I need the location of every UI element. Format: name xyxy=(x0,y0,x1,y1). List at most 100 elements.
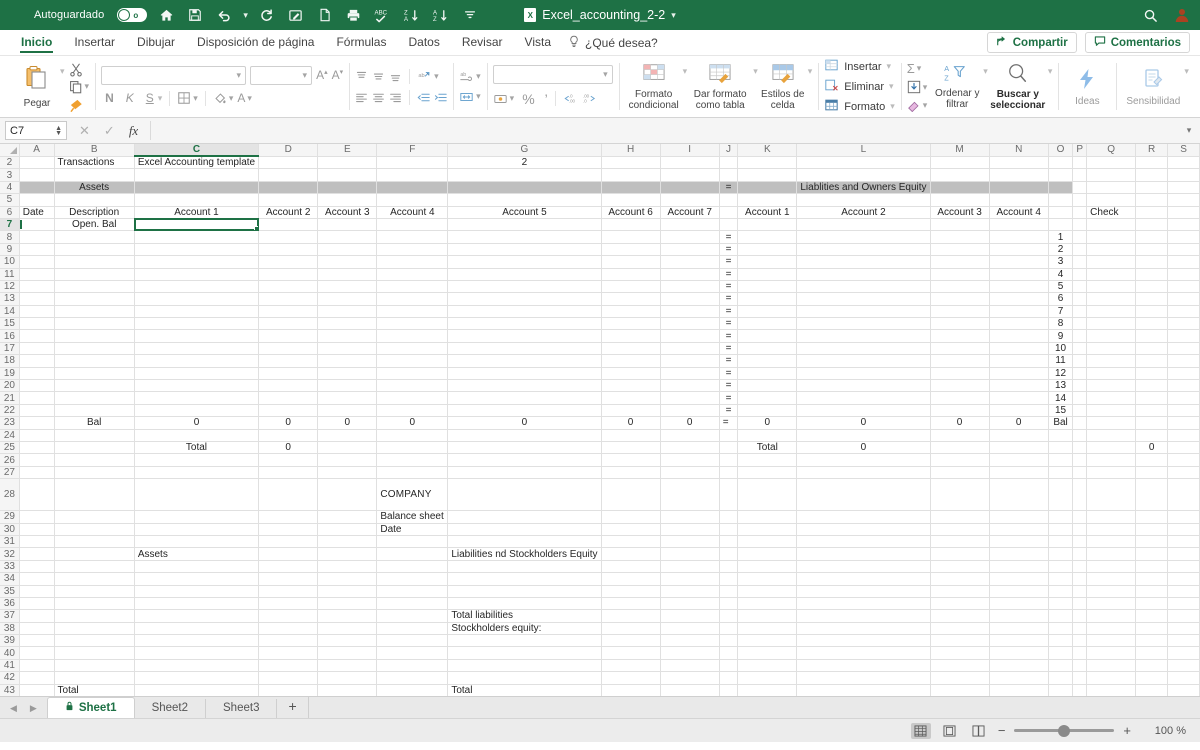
cell-C42[interactable] xyxy=(134,671,260,685)
name-box[interactable]: C7 ▲ ▼ xyxy=(5,121,67,140)
cell-A43[interactable] xyxy=(19,684,55,696)
cell-E12[interactable] xyxy=(317,280,378,294)
tab-insertar[interactable]: Insertar xyxy=(63,32,126,54)
cell-E33[interactable] xyxy=(317,560,378,574)
cell-N17[interactable] xyxy=(989,342,1049,356)
cell-B34[interactable] xyxy=(54,572,135,586)
cell-S3[interactable] xyxy=(1167,168,1200,182)
cell-P31[interactable] xyxy=(1072,535,1088,549)
cell-N2[interactable] xyxy=(989,156,1049,170)
cell-B10[interactable] xyxy=(54,255,135,269)
cell-I4[interactable] xyxy=(660,181,720,195)
cell-J17[interactable]: = xyxy=(719,342,739,356)
cell-G43[interactable]: Total xyxy=(447,684,602,696)
cell-L34[interactable] xyxy=(796,572,931,586)
cell-H40[interactable] xyxy=(601,646,661,660)
cell-H3[interactable] xyxy=(601,168,661,182)
cell-F11[interactable] xyxy=(376,268,449,281)
cell-F16[interactable] xyxy=(376,329,449,343)
row-header-3[interactable]: 3 xyxy=(0,168,20,182)
cell-N26[interactable] xyxy=(989,453,1049,467)
cell-N30[interactable] xyxy=(989,523,1049,536)
cell-S31[interactable] xyxy=(1167,535,1200,549)
cell-A3[interactable] xyxy=(19,168,55,182)
cell-B41[interactable] xyxy=(54,659,135,673)
cell-N24[interactable] xyxy=(989,429,1049,443)
cell-Q25[interactable] xyxy=(1086,441,1137,455)
cell-S17[interactable] xyxy=(1167,342,1200,356)
cell-P37[interactable] xyxy=(1072,609,1088,623)
cell-D3[interactable] xyxy=(258,168,319,182)
font-color-icon[interactable]: A ▾ xyxy=(237,91,252,105)
cell-P10[interactable] xyxy=(1072,255,1088,269)
cell-J39[interactable] xyxy=(719,634,739,648)
cell-O7[interactable] xyxy=(1048,218,1074,232)
cell-Q37[interactable] xyxy=(1086,609,1137,623)
cell-Q3[interactable] xyxy=(1086,168,1137,182)
cell-Q2[interactable] xyxy=(1086,156,1137,170)
cell-K13[interactable] xyxy=(737,292,798,306)
cell-M23[interactable]: 0 xyxy=(930,416,990,430)
cell-D6[interactable]: Account 2 xyxy=(258,206,319,219)
borders-icon[interactable]: ▾ xyxy=(177,91,198,105)
cell-H43[interactable] xyxy=(601,684,661,696)
cell-H38[interactable] xyxy=(601,622,661,636)
cell-D42[interactable] xyxy=(258,671,319,685)
cell-M5[interactable] xyxy=(930,193,990,207)
cell-I42[interactable] xyxy=(660,671,720,685)
cell-N25[interactable] xyxy=(989,441,1049,455)
cell-L16[interactable] xyxy=(796,329,931,343)
cell-E43[interactable] xyxy=(317,684,378,696)
cell-J15[interactable]: = xyxy=(719,317,739,331)
cell-C12[interactable] xyxy=(134,280,260,294)
cell-Q12[interactable] xyxy=(1086,280,1137,294)
cell-M9[interactable] xyxy=(930,243,990,257)
cell-A8[interactable] xyxy=(19,230,55,244)
cell-I16[interactable] xyxy=(660,329,720,343)
cell-R26[interactable] xyxy=(1135,453,1169,467)
delete-cells-button[interactable]: Eliminar ▾ xyxy=(824,78,895,95)
autosum-icon[interactable]: Σ ▾ xyxy=(907,61,928,76)
cell-S30[interactable] xyxy=(1167,523,1200,536)
cell-F20[interactable] xyxy=(376,379,449,393)
cell-I3[interactable] xyxy=(660,168,720,182)
cell-P28[interactable] xyxy=(1072,478,1088,512)
paste-button[interactable]: Pegar xyxy=(14,65,60,109)
cell-D36[interactable] xyxy=(258,597,319,611)
cell-I29[interactable] xyxy=(660,510,720,524)
cell-G16[interactable] xyxy=(447,329,602,343)
cell-N43[interactable] xyxy=(989,684,1049,696)
cell-Q27[interactable] xyxy=(1086,466,1137,480)
cell-K6[interactable]: Account 1 xyxy=(737,206,798,219)
cell-A27[interactable] xyxy=(19,466,55,480)
cell-E22[interactable] xyxy=(317,404,378,418)
cell-A33[interactable] xyxy=(19,560,55,574)
cell-D11[interactable] xyxy=(258,268,319,281)
cell-K42[interactable] xyxy=(737,671,798,685)
column-header-j[interactable]: J xyxy=(719,144,739,157)
cell-B17[interactable] xyxy=(54,342,135,356)
cell-S37[interactable] xyxy=(1167,609,1200,623)
cell-G31[interactable] xyxy=(447,535,602,549)
cell-B7[interactable]: Open. Bal xyxy=(54,218,135,232)
cell-L11[interactable] xyxy=(796,268,931,281)
cell-Q9[interactable] xyxy=(1086,243,1137,257)
cell-E5[interactable] xyxy=(317,193,378,207)
cell-N42[interactable] xyxy=(989,671,1049,685)
cell-K30[interactable] xyxy=(737,523,798,536)
align-center-icon[interactable] xyxy=(372,91,385,104)
cell-H22[interactable] xyxy=(601,404,661,418)
cell-D17[interactable] xyxy=(258,342,319,356)
cell-G26[interactable] xyxy=(447,453,602,467)
cell-I8[interactable] xyxy=(660,230,720,244)
column-header-e[interactable]: E xyxy=(317,144,378,157)
cell-N36[interactable] xyxy=(989,597,1049,611)
cell-S18[interactable] xyxy=(1167,354,1200,368)
cell-M40[interactable] xyxy=(930,646,990,660)
cell-N27[interactable] xyxy=(989,466,1049,480)
cell-L22[interactable] xyxy=(796,404,931,418)
decrease-font-size-icon[interactable]: A▾ xyxy=(332,68,344,82)
cell-F34[interactable] xyxy=(376,572,449,586)
cell-C2[interactable]: Excel Accounting template xyxy=(134,156,260,170)
cell-S24[interactable] xyxy=(1167,429,1200,443)
